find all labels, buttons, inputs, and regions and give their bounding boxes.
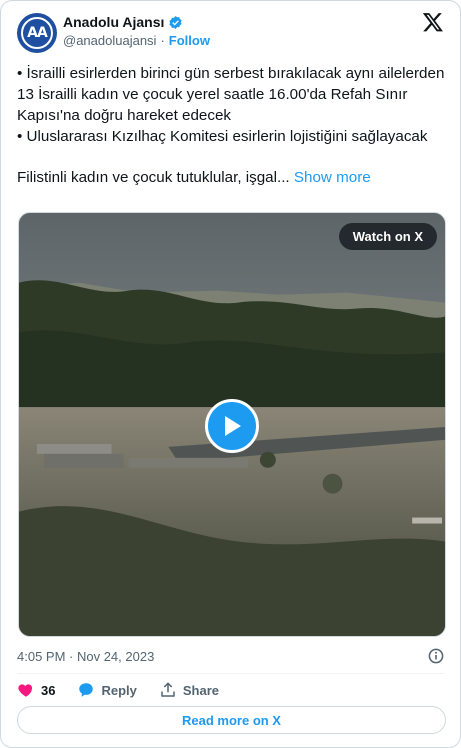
- tweet-line: • Uluslararası Kızılhaç Komitesi esirler…: [17, 128, 428, 145]
- tweet-line: • İsrailli esirlerden birinci gün serbes…: [17, 65, 445, 124]
- follow-button[interactable]: Follow: [169, 33, 210, 48]
- verified-badge-icon: [169, 15, 182, 29]
- divider: [17, 673, 444, 674]
- reply-bubble-icon: [79, 683, 94, 697]
- avatar-ring: [21, 17, 53, 49]
- handle-row: @anadoluajansi · Follow: [63, 33, 210, 48]
- tweet-text: • İsrailli esirlerden birinci gün serbes…: [17, 63, 447, 188]
- heart-icon: [18, 684, 33, 697]
- play-icon: [225, 416, 241, 436]
- show-more-link[interactable]: Show more: [294, 169, 371, 186]
- timestamp[interactable]: 4:05 PM · Nov 24, 2023: [17, 649, 154, 664]
- read-more-button[interactable]: Read more on X: [17, 706, 446, 734]
- like-button[interactable]: 36: [17, 681, 55, 699]
- tweet-truncated-line: Filistinli kadın ve çocuk tutuklular, iş…: [17, 167, 447, 188]
- author-name-row: Anadolu Ajansı: [63, 14, 183, 30]
- display-name[interactable]: Anadolu Ajansı: [63, 14, 164, 30]
- share-label: Share: [182, 682, 220, 698]
- avatar[interactable]: AA: [17, 13, 57, 53]
- info-icon[interactable]: [428, 648, 444, 664]
- reply-button[interactable]: Reply: [77, 681, 137, 699]
- share-icon: [161, 682, 175, 697]
- video-thumbnail[interactable]: Watch on X: [18, 212, 446, 637]
- truncated-text: Filistinli kadın ve çocuk tutuklular, iş…: [17, 169, 290, 186]
- action-bar: 36 Reply Share: [17, 681, 241, 699]
- reply-label: Reply: [101, 682, 137, 698]
- handle[interactable]: @anadoluajansi: [63, 33, 156, 48]
- play-button[interactable]: [205, 399, 259, 453]
- watch-on-x-button[interactable]: Watch on X: [338, 223, 437, 250]
- tweet-card: AA Anadolu Ajansı @anadoluajansi · Follo…: [0, 0, 461, 748]
- like-count: 36: [41, 682, 56, 698]
- x-logo-icon[interactable]: [422, 11, 444, 33]
- share-button[interactable]: Share: [159, 681, 219, 699]
- separator-dot: ·: [160, 33, 165, 48]
